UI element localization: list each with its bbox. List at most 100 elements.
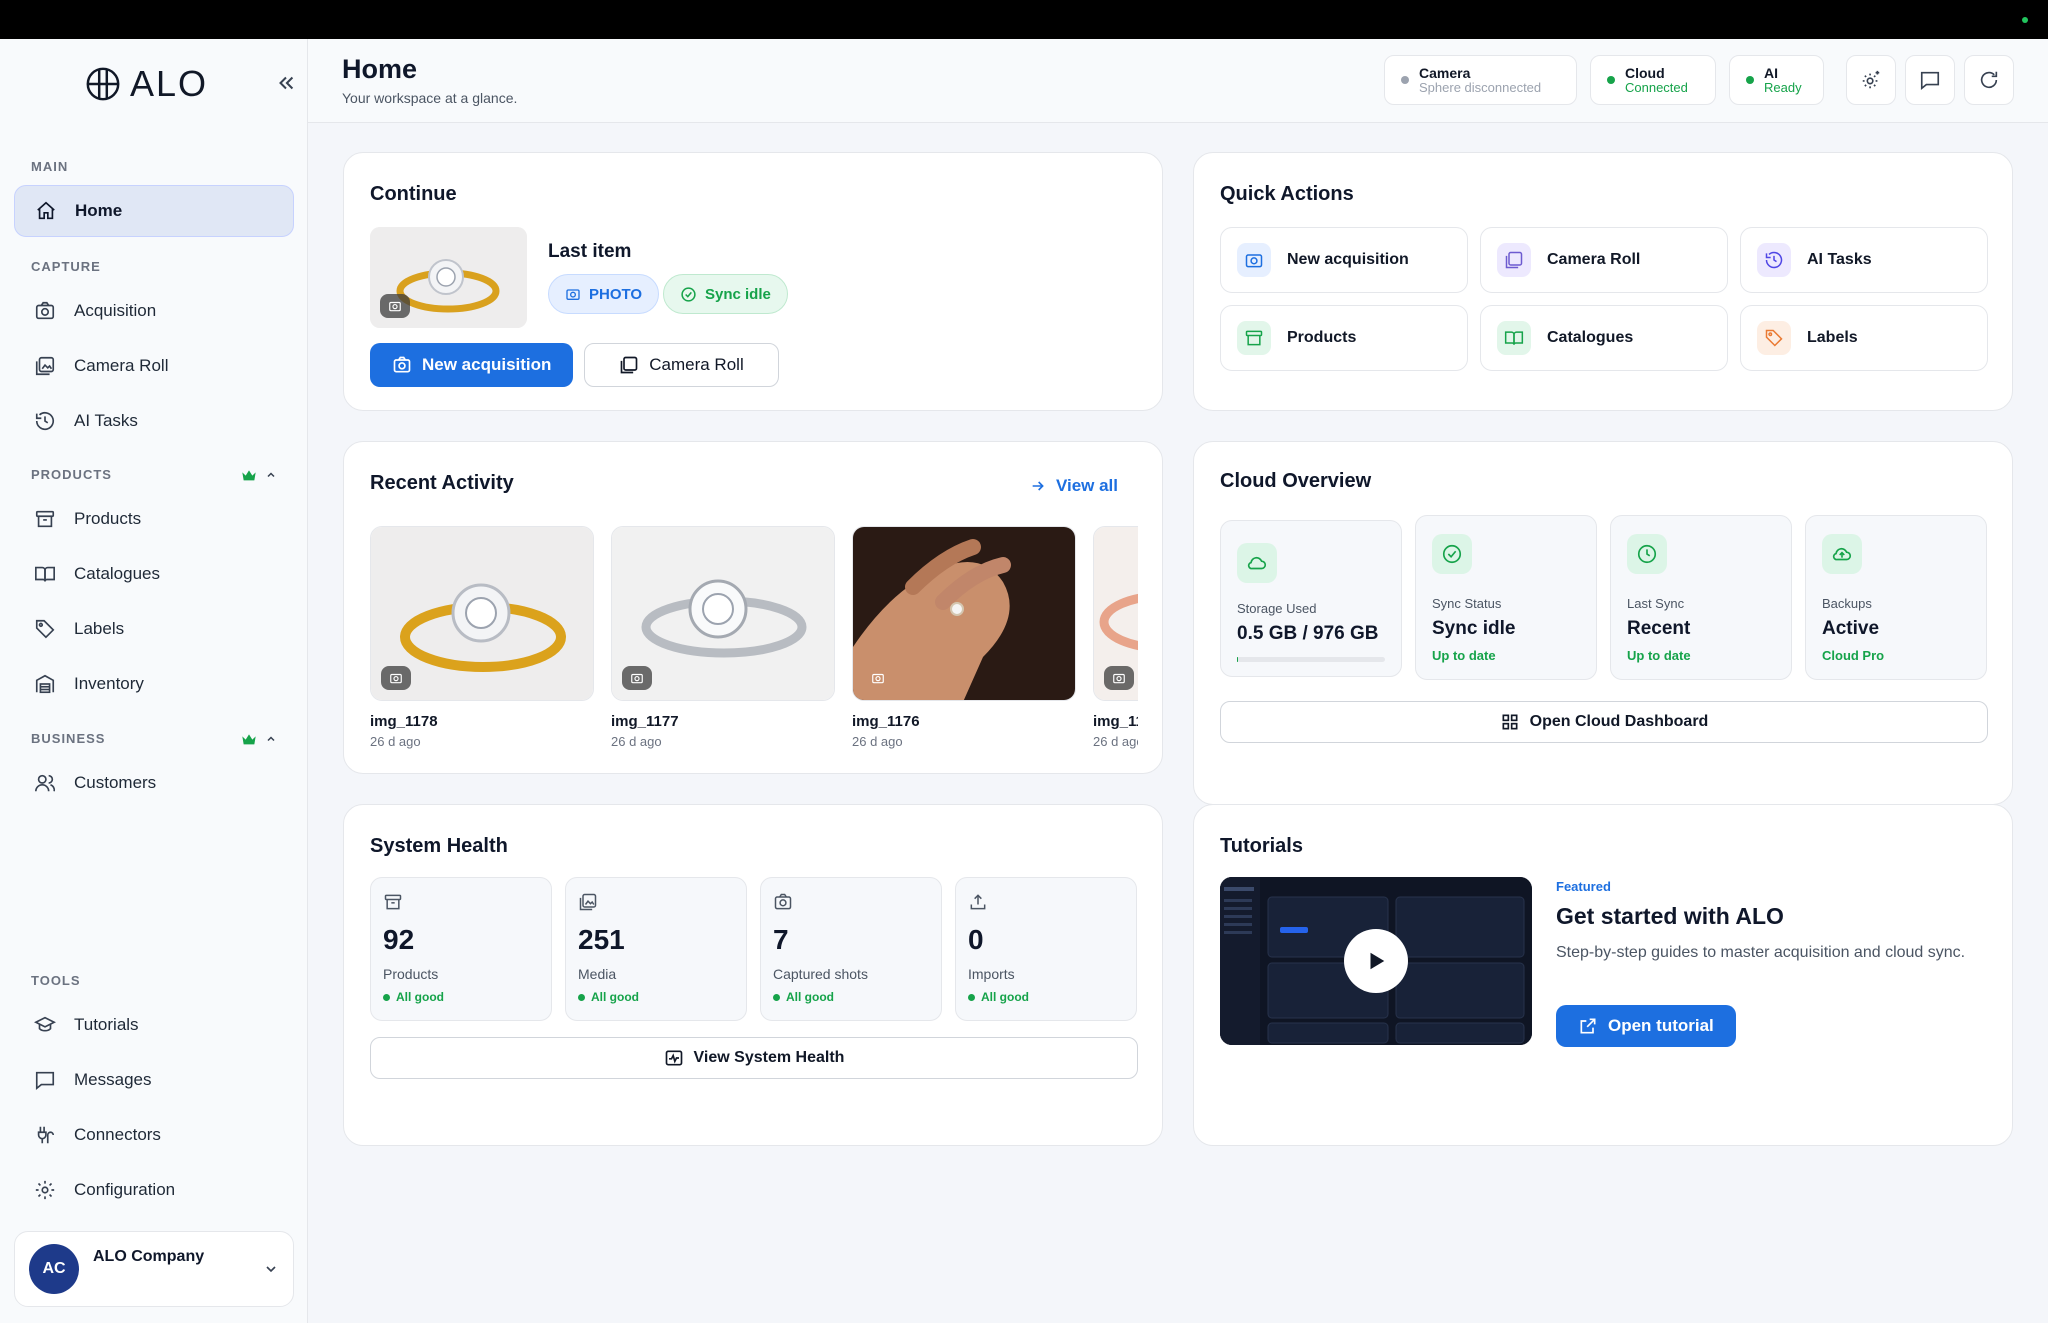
list-item[interactable]: img_1178 26 d ago	[370, 526, 594, 749]
sidebar-item-acquisition[interactable]: Acquisition	[14, 285, 294, 337]
quick-action-catalogues[interactable]: Catalogues	[1480, 305, 1728, 371]
quick-action-new-acquisition[interactable]: New acquisition	[1220, 227, 1468, 293]
collapse-sidebar-button[interactable]	[272, 69, 300, 97]
sidebar-item-ai-tasks[interactable]: AI Tasks	[14, 395, 294, 447]
cloud-status-badge[interactable]: Cloud Connected	[1590, 55, 1716, 105]
list-item[interactable]: img_1175 26 d ago	[1093, 526, 1138, 749]
sync-status-label: Sync idle	[705, 285, 771, 303]
camera-icon	[566, 289, 580, 300]
check-circle-icon	[681, 286, 696, 302]
system-top-bar	[0, 0, 2048, 39]
sidebar-item-products[interactable]: Products	[14, 493, 294, 545]
quick-action-ai-tasks[interactable]: AI Tasks	[1740, 227, 1988, 293]
camera-icon	[390, 673, 402, 684]
ai-status-badge[interactable]: AI Ready	[1729, 55, 1824, 105]
tutorial-description: Step-by-step guides to master acquisitio…	[1556, 944, 1966, 961]
ai-status-detail: Ready	[1764, 80, 1802, 95]
camera-icon	[389, 301, 401, 312]
sidebar-item-messages[interactable]: Messages	[14, 1054, 294, 1106]
open-cloud-dashboard-button[interactable]: Open Cloud Dashboard	[1220, 701, 1988, 743]
chevron-up-icon[interactable]	[265, 469, 277, 481]
quick-action-labels[interactable]: Labels	[1740, 305, 1988, 371]
sidebar-item-home[interactable]: Home	[14, 185, 294, 237]
camera-status-badge[interactable]: Camera Sphere disconnected	[1384, 55, 1577, 105]
recent-activity-strip[interactable]: img_1178 26 d ago img_1177 26 d ago img_…	[370, 442, 1138, 773]
gallery-icon	[35, 356, 55, 376]
refresh-button[interactable]	[1964, 55, 2014, 105]
page-title: Home	[342, 54, 418, 84]
gear-icon	[35, 1180, 55, 1200]
section-main-label: MAIN	[31, 159, 69, 174]
alo-logo-icon	[86, 67, 120, 101]
list-item[interactable]: img_1176 26 d ago	[852, 526, 1076, 749]
sidebar-item-catalogues[interactable]: Catalogues	[14, 548, 294, 600]
quick-action-camera-roll[interactable]: Camera Roll	[1480, 227, 1728, 293]
metric-products[interactable]: 92 Products All good	[370, 877, 552, 1021]
sidebar-item-label: Camera Roll	[74, 356, 169, 375]
chevron-down-icon	[266, 1266, 276, 1273]
crown-icon	[242, 733, 256, 744]
chevron-up-icon[interactable]	[265, 733, 277, 745]
sidebar-item-configuration[interactable]: Configuration	[14, 1164, 294, 1216]
tutorial-video-thumbnail[interactable]	[1220, 877, 1532, 1045]
sidebar-item-connectors[interactable]: Connectors	[14, 1109, 294, 1161]
camera-status-dot	[1401, 76, 1409, 84]
company-switcher[interactable]: AC ALO Company	[14, 1231, 294, 1307]
quick-action-label: New acquisition	[1287, 251, 1409, 268]
activity-thumbnail	[370, 526, 594, 701]
last-sync-metric: Last Sync Recent Up to date	[1610, 515, 1792, 680]
new-acquisition-button[interactable]: New acquisition	[370, 343, 574, 387]
last-item-thumbnail[interactable]	[370, 227, 527, 328]
sidebar-item-inventory[interactable]: Inventory	[14, 658, 294, 710]
quick-action-label: Camera Roll	[1547, 251, 1641, 268]
storage-used-metric: Storage Used 0.5 GB / 976 GB	[1220, 520, 1402, 677]
continue-title: Continue	[370, 183, 457, 205]
quick-action-label: Catalogues	[1547, 329, 1634, 346]
sidebar-item-customers[interactable]: Customers	[14, 757, 294, 809]
play-button[interactable]	[1344, 929, 1408, 993]
system-health-title: System Health	[370, 835, 508, 857]
dashboard-grid-icon	[1502, 714, 1518, 730]
open-tutorial-button[interactable]: Open tutorial	[1556, 1005, 1736, 1047]
quick-action-products[interactable]: Products	[1220, 305, 1468, 371]
sidebar-item-label: Tutorials	[74, 1015, 139, 1034]
history-icon	[35, 412, 55, 431]
sidebar-item-label: Labels	[74, 619, 125, 638]
camera-roll-button[interactable]: Camera Roll	[584, 343, 779, 387]
backups-metric: Backups Active Cloud Pro	[1805, 515, 1987, 680]
activity-name: img_1178	[370, 713, 438, 730]
tutorials-title: Tutorials	[1220, 835, 1303, 857]
photo-type-label: PHOTO	[589, 285, 643, 303]
sidebar-item-labels[interactable]: Labels	[14, 603, 294, 655]
metric-captured-shots[interactable]: 7 Captured shots All good	[760, 877, 942, 1021]
sidebar-item-tutorials[interactable]: Tutorials	[14, 999, 294, 1051]
metric-media[interactable]: 251 Media All good	[565, 877, 747, 1021]
backups-label: Backups	[1822, 596, 1872, 611]
messages-button[interactable]	[1905, 55, 1955, 105]
history-icon	[1765, 251, 1783, 269]
view-system-health-button[interactable]: View System Health	[370, 1037, 1138, 1079]
recent-activity-card: Recent Activity View all img_1178 26 d a…	[343, 441, 1163, 774]
ai-status-label: AI	[1764, 65, 1778, 81]
camera-icon	[393, 356, 411, 373]
list-item[interactable]: img_1177 26 d ago	[611, 526, 835, 749]
sidebar-item-camera-roll[interactable]: Camera Roll	[14, 340, 294, 392]
continue-card: Continue Last item PHOTO Sync idle New a…	[343, 152, 1163, 411]
camera-icon	[872, 673, 884, 684]
refresh-icon	[1980, 71, 1998, 89]
brand-logo[interactable]: ALO	[84, 63, 208, 105]
storage-progress-bar	[1237, 657, 1385, 662]
company-name: ALO Company	[93, 1248, 205, 1265]
settings-button[interactable]	[1846, 55, 1896, 105]
cloud-overview-card: Cloud Overview Storage Used 0.5 GB / 976…	[1193, 441, 2013, 805]
activity-name: img_1177	[611, 713, 679, 730]
section-business-label: BUSINESS	[31, 731, 106, 746]
activity-thumbnail	[852, 526, 1076, 701]
sync-status-label: Sync Status	[1432, 596, 1502, 611]
upload-icon	[970, 894, 986, 910]
metric-imports[interactable]: 0 Imports All good	[955, 877, 1137, 1021]
crown-icon	[242, 469, 256, 480]
activity-date: 26 d ago	[611, 734, 662, 749]
activity-date: 26 d ago	[852, 734, 903, 749]
double-chevron-left-icon	[279, 76, 294, 90]
